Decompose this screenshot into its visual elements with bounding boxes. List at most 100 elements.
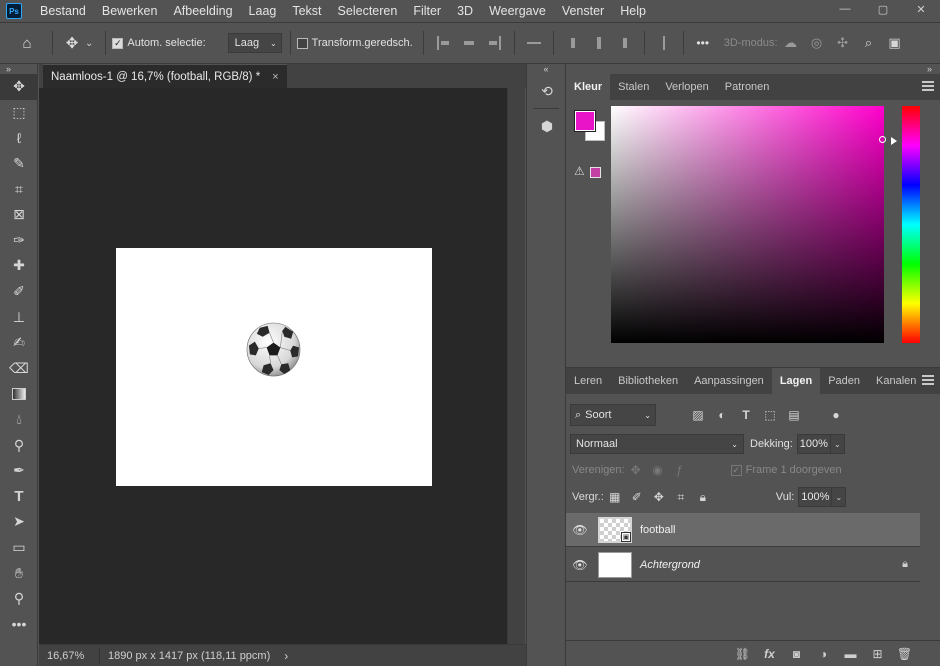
lock-artboard-icon[interactable]: ⌗ (670, 487, 692, 507)
fill-dropdown-icon[interactable]: ⌄ (832, 487, 847, 507)
hue-slider[interactable] (902, 106, 920, 343)
tab-patronen[interactable]: Patronen (717, 74, 778, 100)
more-options-icon[interactable]: ••• (690, 30, 716, 56)
move-tool-preset-icon[interactable]: ✥ (59, 30, 85, 56)
mask-icon[interactable]: ◙ (783, 643, 810, 665)
tab-verlopen[interactable]: Verlopen (657, 74, 716, 100)
layer-filter-dropdown[interactable]: ⌕ Soort ⌄ (570, 404, 656, 426)
menu-bewerken[interactable]: Bewerken (94, 0, 166, 22)
align-right-icon[interactable] (482, 30, 508, 56)
healing-tool-icon[interactable]: ✚ (0, 253, 38, 279)
menu-bestand[interactable]: Bestand (32, 0, 94, 22)
lock-position-icon[interactable]: ✥ (648, 487, 670, 507)
minimize-button[interactable]: — (826, 0, 864, 18)
blur-tool-icon[interactable]: 💧︎ (0, 407, 38, 433)
align-left-icon[interactable] (430, 30, 456, 56)
pixel-layer-filter-icon[interactable]: ▨ (686, 404, 710, 426)
3d-panel-icon[interactable]: ⬢ (532, 113, 562, 139)
folder-icon[interactable]: ▬ (837, 643, 864, 665)
unify-style-icon[interactable]: ƒ (669, 460, 691, 480)
visibility-eye-icon[interactable]: 👁︎ (566, 523, 594, 537)
menu-selecteren[interactable]: Selecteren (330, 0, 406, 22)
menu-laag[interactable]: Laag (241, 0, 285, 22)
collapse-panels-icon[interactable]: » (566, 64, 940, 74)
hand-tool-icon[interactable]: ✋︎ (0, 560, 38, 586)
workspace-icon[interactable]: ▣ (882, 30, 908, 56)
pen-tool-icon[interactable]: ✒ (0, 458, 38, 484)
unify-visibility-icon[interactable]: ◉ (647, 460, 669, 480)
propagate-frame-checkbox[interactable]: ✓ (730, 464, 742, 476)
smart-object-filter-icon[interactable]: ▤ (782, 404, 806, 426)
auto-select-option[interactable]: ✓ Autom. selectie: (112, 37, 206, 49)
layer-lock-icon[interactable]: 🔒︎ (902, 558, 908, 571)
trash-icon[interactable]: 🗑︎ (891, 643, 918, 665)
eyedropper-tool-icon[interactable]: ✑ (0, 228, 38, 254)
menu-tekst[interactable]: Tekst (284, 0, 329, 22)
distribute-horizontal-icon[interactable] (651, 30, 677, 56)
maximize-button[interactable]: ▢ (864, 0, 902, 18)
shape-layer-filter-icon[interactable]: ⬚ (758, 404, 782, 426)
opacity-input[interactable]: 100% (796, 434, 831, 454)
link-icon[interactable]: ⛓ (729, 643, 756, 665)
crop-tool-icon[interactable]: ⌗ (0, 176, 38, 202)
tab-paden[interactable]: Paden (820, 368, 868, 394)
menu-afbeelding[interactable]: Afbeelding (165, 0, 240, 22)
align-hcenter-icon[interactable] (456, 30, 482, 56)
layer-name[interactable]: football (640, 524, 675, 536)
rectangle-tool-icon[interactable]: ▭ (0, 535, 38, 561)
document-canvas-area[interactable] (39, 88, 507, 644)
fx-icon[interactable]: fx (756, 643, 783, 665)
auto-select-checkbox[interactable]: ✓ (112, 37, 124, 49)
auto-select-target-dropdown[interactable]: Laag ⌄ (227, 33, 282, 53)
lasso-tool-icon[interactable]: ℓ (0, 125, 38, 151)
panel-menu-icon[interactable] (922, 375, 934, 385)
pan-3d-icon[interactable]: ✣ (830, 30, 856, 56)
expand-dock-icon[interactable]: « (527, 64, 565, 74)
layer-row-achtergrond[interactable]: 👁︎ Achtergrond 🔒︎ (566, 548, 920, 582)
menu-3d[interactable]: 3D (449, 0, 481, 22)
unify-position-icon[interactable]: ✥ (625, 460, 647, 480)
vertical-scrollbar[interactable] (507, 88, 525, 644)
new-layer-icon[interactable]: ⊞ (864, 643, 891, 665)
close-window-button[interactable]: ✕ (902, 0, 940, 18)
lock-paint-icon[interactable]: ✐ (626, 487, 648, 507)
eraser-tool-icon[interactable]: ⌫ (0, 356, 38, 382)
align-bottom-icon[interactable] (612, 30, 638, 56)
out-of-gamut-warning-icon[interactable]: ⚠ (574, 164, 585, 178)
tab-kleur[interactable]: Kleur (566, 74, 611, 100)
gradient-tool-icon[interactable] (0, 381, 38, 407)
transform-controls-checkbox[interactable] (296, 37, 308, 49)
filter-toggle-icon[interactable]: ● (824, 404, 848, 426)
roll-3d-icon[interactable]: ◎ (804, 30, 830, 56)
opacity-dropdown-icon[interactable]: ⌄ (830, 434, 845, 454)
dodge-tool-icon[interactable]: ⚲ (0, 432, 38, 458)
type-tool-icon[interactable]: T (0, 484, 38, 510)
align-vcenter-icon[interactable] (586, 30, 612, 56)
hue-slider-arrow-icon[interactable] (891, 137, 897, 145)
move-tool-icon[interactable]: ✥ (0, 74, 38, 100)
collapse-toolbar-icon[interactable]: » (0, 64, 37, 74)
layer-row-football[interactable]: 👁︎ ▣ football (566, 513, 920, 547)
panel-menu-icon[interactable] (922, 81, 934, 91)
foreground-color-swatch[interactable] (574, 110, 596, 132)
visibility-eye-icon[interactable]: 👁︎ (566, 558, 594, 572)
orbit-3d-icon[interactable]: ☁ (778, 30, 804, 56)
history-brush-tool-icon[interactable]: ✍ (0, 330, 38, 356)
chevron-down-icon[interactable]: ⌄ (85, 38, 93, 49)
path-select-tool-icon[interactable]: ➤ (0, 509, 38, 535)
adjustment-icon[interactable]: ◑ (810, 643, 837, 665)
type-layer-filter-icon[interactable]: T (734, 404, 758, 426)
more-tools-icon[interactable]: ••• (0, 611, 38, 637)
fill-input[interactable]: 100% (798, 487, 833, 507)
document-tab[interactable]: Naamloos-1 @ 16,7% (football, RGB/8) * × (43, 64, 287, 88)
marquee-tool-icon[interactable]: ⬚ (0, 100, 38, 126)
zoom-tool-icon[interactable]: ⚲ (0, 586, 38, 612)
zoom-level[interactable]: 16,67% (47, 650, 91, 662)
frame-tool-icon[interactable]: ⊠ (0, 202, 38, 228)
stamp-tool-icon[interactable]: ⊥ (0, 304, 38, 330)
align-top-icon[interactable] (560, 30, 586, 56)
tab-kanalen[interactable]: Kanalen (868, 368, 924, 394)
lock-all-icon[interactable]: 🔒︎ (692, 487, 714, 507)
transform-controls-option[interactable]: Transform.geredsch. (296, 37, 413, 49)
distribute-vertical-icon[interactable] (521, 30, 547, 56)
